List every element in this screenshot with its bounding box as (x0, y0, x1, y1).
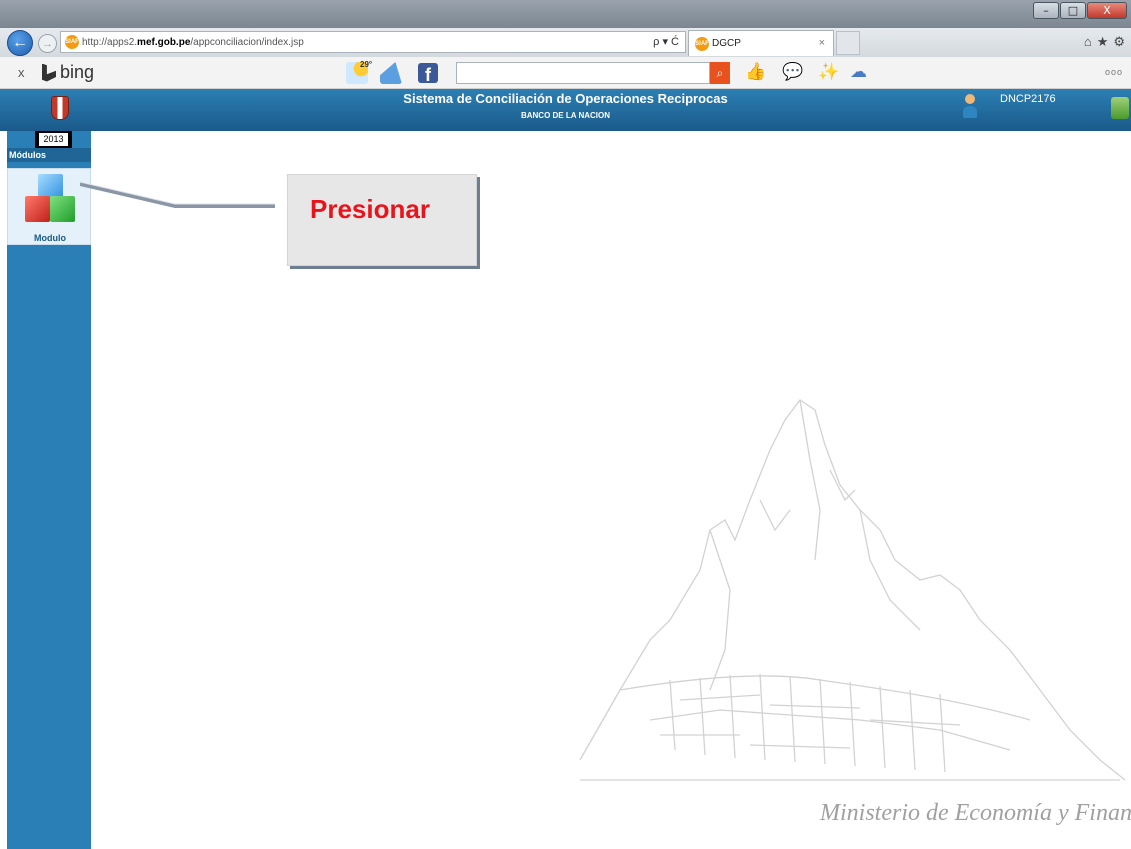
machu-picchu-watermark (579, 399, 1126, 781)
site-favicon-icon: SIAF (65, 35, 79, 49)
ministry-watermark-text: Ministerio de Economía y Finanzas (820, 800, 1131, 826)
app-subtitle: BANCO DE LA NACION (520, 111, 611, 120)
toolbar-more-icon[interactable]: ooo (1105, 67, 1123, 77)
tab-title: DGCP (712, 38, 741, 49)
year-value: 2013 (39, 133, 68, 146)
user-icon (963, 94, 977, 120)
facebook-icon[interactable]: f (418, 63, 438, 85)
chat-icon[interactable]: 💬 (782, 62, 803, 82)
instruction-callout: Presionar (287, 174, 477, 266)
url-prefix: http://apps2. (82, 36, 138, 48)
tab-close-icon[interactable]: × (819, 37, 825, 49)
address-actions[interactable]: ρ ▾ Ć (653, 35, 679, 48)
address-bar[interactable]: SIAF http://apps2. mef.gob.pe/appconcilia… (60, 31, 686, 53)
logout-icon[interactable] (1111, 97, 1129, 119)
tab-dgcp[interactable]: SIAF DGCP × (688, 30, 834, 56)
window-titlebar: – □ X (0, 0, 1131, 28)
new-tab-button[interactable] (836, 31, 860, 55)
temperature: 29° (360, 60, 373, 69)
bing-b-icon (42, 63, 56, 82)
maximize-button[interactable]: □ (1060, 2, 1086, 19)
sparkle-icon[interactable]: ✨ (818, 62, 839, 82)
modules-heading: Módulos (7, 148, 91, 162)
close-window-button[interactable]: X (1087, 2, 1127, 19)
mail-icon[interactable] (380, 62, 402, 84)
url-path: /appconciliacion/index.jsp (190, 36, 304, 48)
browser-navbar: ← → SIAF http://apps2. mef.gob.pe/appconc… (0, 28, 1131, 57)
bing-search-input[interactable] (456, 62, 710, 84)
forward-button[interactable]: → (38, 34, 57, 53)
tab-favicon-icon: SIAF (695, 36, 709, 51)
minimize-button[interactable]: – (1033, 2, 1059, 19)
year-selector[interactable]: 2013 (35, 131, 72, 148)
home-icon[interactable]: ⌂ (1084, 34, 1092, 50)
callout-connector (80, 181, 275, 208)
url-domain: mef.gob.pe (137, 36, 191, 48)
app-header: Sistema de Conciliación de Operaciones R… (0, 89, 1131, 131)
window-controls: – □ X (1033, 2, 1127, 19)
bing-search-button[interactable]: ⌕ (710, 62, 730, 84)
username: DNCP2176 (1000, 93, 1056, 105)
sidebar-item-label: Modulo (34, 233, 66, 243)
sidebar: 2013 Módulos Modulo (7, 131, 91, 849)
back-button[interactable]: ← (7, 30, 33, 56)
app-icon[interactable]: ☁ (850, 62, 867, 82)
bing-toolbar: x bing 29° f ⌕ 👍 💬 ✨ ☁ ooo (0, 57, 1131, 89)
cubes-icon (25, 174, 75, 226)
bing-logo: bing (42, 62, 94, 83)
star-icon[interactable]: ★ (1097, 34, 1109, 50)
sidebar-item-modulo[interactable]: Modulo (7, 168, 91, 245)
browser-tools: ⌂ ★ ⚙ (1084, 34, 1125, 50)
app-title: Sistema de Conciliación de Operaciones R… (403, 91, 728, 106)
callout-text: Presionar (310, 194, 430, 224)
gear-icon[interactable]: ⚙ (1113, 34, 1125, 50)
bing-logo-text: bing (60, 62, 95, 82)
like-icon[interactable]: 👍 (745, 62, 766, 82)
toolbar-close-icon[interactable]: x (18, 65, 25, 80)
